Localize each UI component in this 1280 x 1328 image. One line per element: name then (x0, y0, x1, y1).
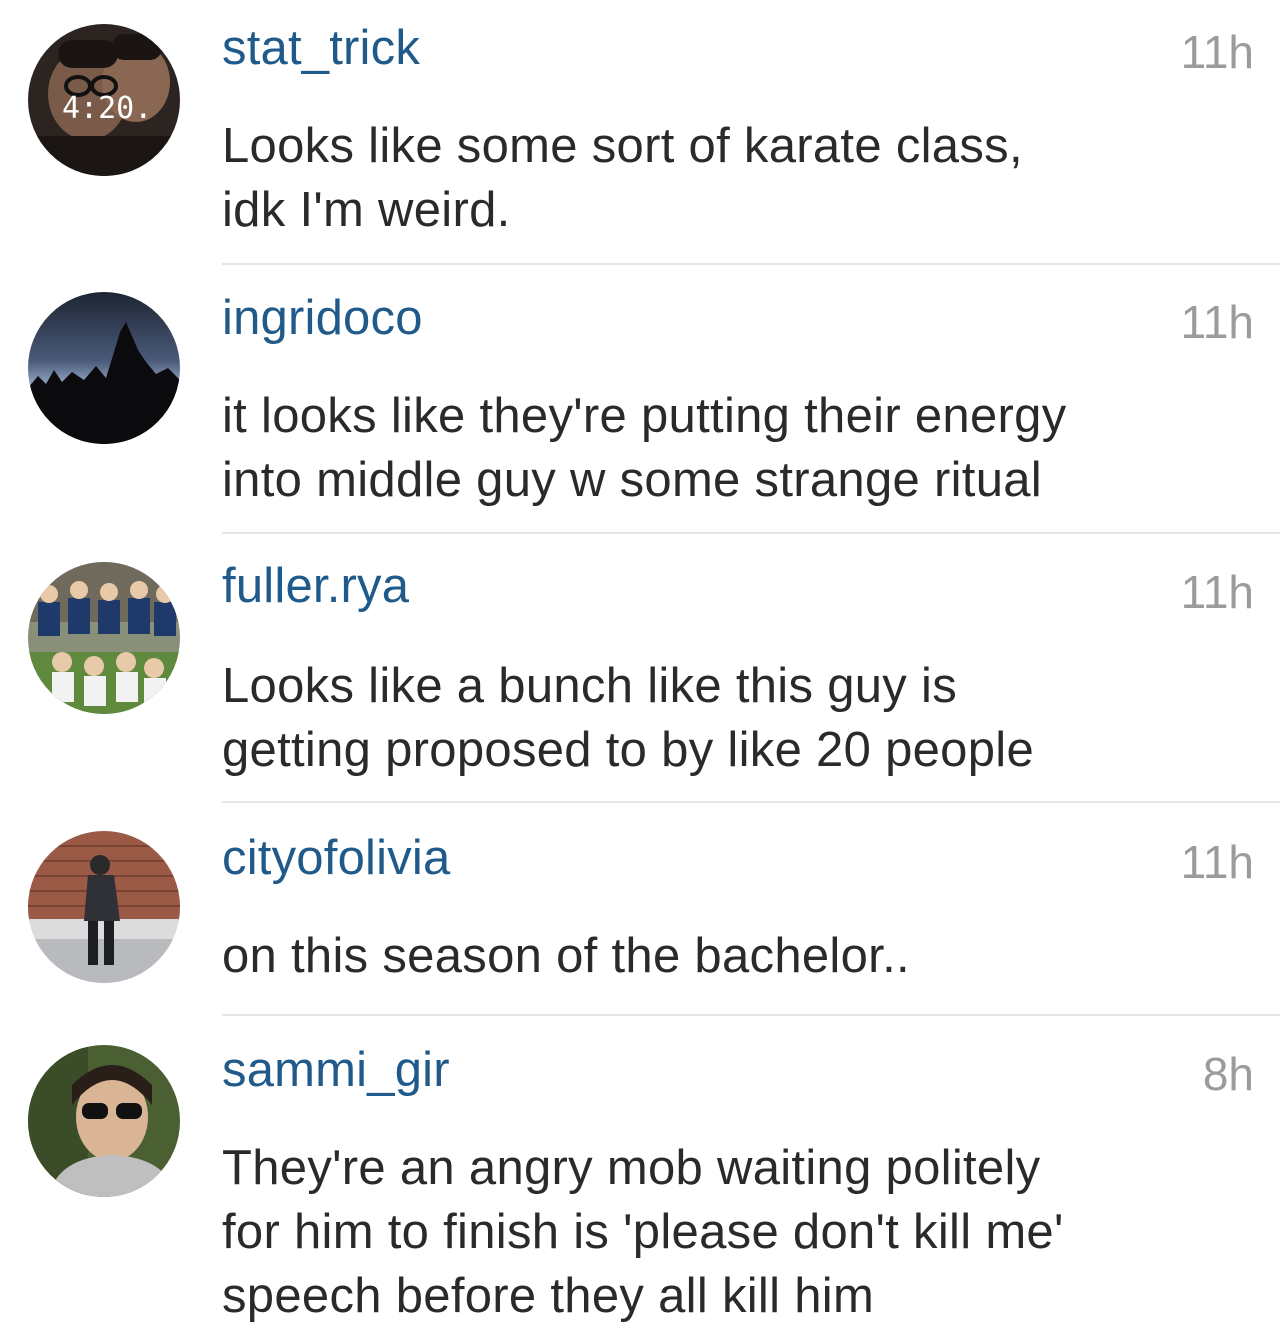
comments-list: 4:20. stat_trick 11h Looks like some sor… (0, 0, 1280, 1326)
avatar-image-sammi-gir (28, 1045, 180, 1197)
comment-item: sammi_gir 8h They're an angry mob waitin… (0, 0, 1280, 1326)
avatar[interactable] (28, 1045, 180, 1197)
comment-timestamp: 8h (1202, 1048, 1254, 1100)
comment-text: They're an angry mob waiting politely fo… (222, 1141, 1064, 1323)
comment-username[interactable]: sammi_gir (222, 1042, 450, 1098)
